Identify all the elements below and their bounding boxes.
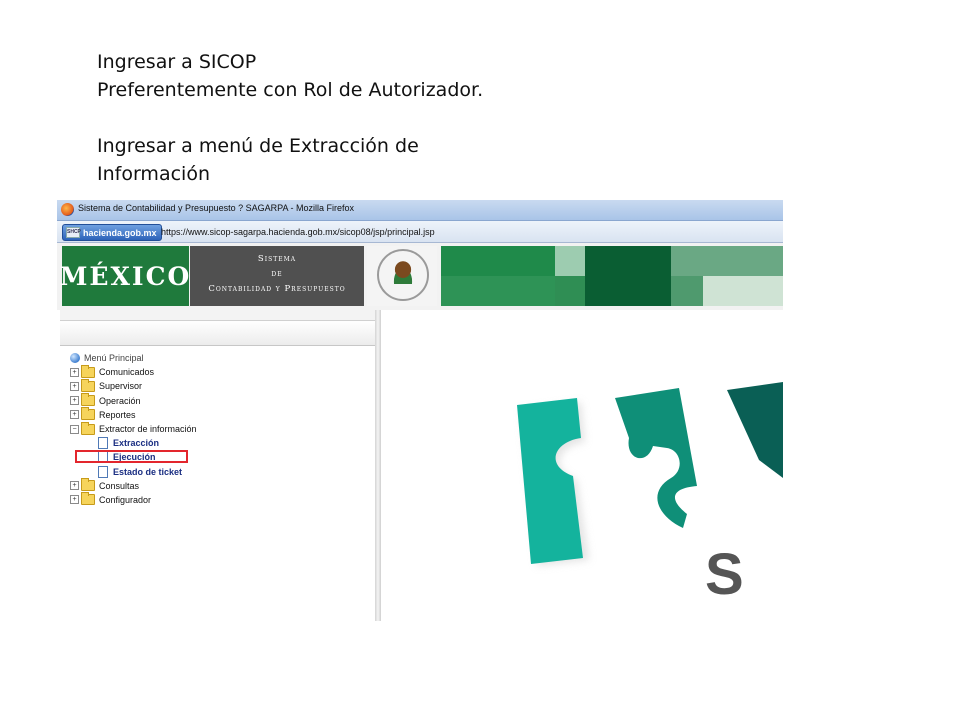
instruction-line-4: Información (97, 163, 210, 185)
folder-icon (81, 378, 95, 392)
url-field[interactable]: https://www.sicop-sagarpa.hacienda.gob.m… (161, 227, 435, 237)
browser-screenshot: Sistema de Contabilidad y Presupuesto ? … (57, 200, 783, 621)
expand-icon[interactable]: + (70, 495, 79, 505)
menu-item-label: Extractor de información (99, 424, 197, 435)
folder-icon (81, 492, 95, 506)
decorative-green-blocks (441, 246, 783, 306)
browser-titlebar: Sistema de Contabilidad y Presupuesto ? … (57, 200, 783, 221)
site-badge-label: hacienda.gob.mx (83, 227, 157, 238)
instruction-line-3: Ingresar a menú de Extracción de (97, 135, 419, 157)
system-name-line-1: Sistema (257, 254, 297, 264)
site-icon: SHCP (66, 227, 81, 238)
menu-item-label: Configurador (99, 494, 152, 505)
menu-item-supervisor[interactable]: + Supervisor (70, 378, 197, 393)
menu-root[interactable]: Menú Principal (70, 351, 197, 365)
header-banner: MÉXICO Sistema de Contabilidad y Presupu… (57, 243, 783, 310)
menu-item-operacion[interactable]: + Operación (70, 393, 197, 408)
instructions-text: Ingresar a SICOP Preferentemente con Rol… (97, 48, 557, 188)
menu-pane: Menú Principal + Comunicados + Superviso… (60, 310, 376, 621)
menu-tree: Menú Principal + Comunicados + Superviso… (70, 351, 197, 507)
expand-icon[interactable]: + (70, 367, 79, 377)
folder-icon (81, 393, 95, 407)
logo-shape-dark (727, 382, 783, 478)
expand-icon[interactable]: + (70, 481, 79, 491)
address-bar[interactable]: SHCP hacienda.gob.mx https://www.sicop-s… (57, 221, 783, 243)
national-seal-icon (367, 246, 437, 306)
site-identity-badge[interactable]: SHCP hacienda.gob.mx (62, 224, 162, 241)
menu-item-configurador[interactable]: + Configurador (70, 492, 197, 507)
menu-item-label: Consultas (99, 480, 140, 491)
menu-item-consultas[interactable]: + Consultas (70, 478, 197, 493)
menu-item-label: Comunicados (99, 367, 155, 378)
sicop-logo: S I (517, 382, 783, 607)
menu-item-estado-ticket[interactable]: Estado de ticket (70, 465, 197, 479)
document-icon (98, 437, 108, 450)
menu-root-icon (70, 353, 80, 364)
system-name: Sistema de Contabilidad y Presupuesto (190, 246, 364, 306)
mexico-logo: MÉXICO (60, 246, 189, 306)
menu-item-label: Reportes (99, 409, 136, 420)
folder-icon (81, 407, 95, 421)
menu-item-reportes[interactable]: + Reportes (70, 407, 197, 422)
system-name-line-2: de (271, 269, 283, 279)
expand-icon[interactable]: + (70, 396, 79, 406)
folder-icon (81, 364, 95, 378)
menu-item-extraccion[interactable]: Extracción (70, 436, 197, 450)
firefox-icon (61, 203, 74, 216)
menu-item-label: Estado de ticket (113, 466, 183, 477)
system-name-line-3: Contabilidad y Presupuesto (208, 284, 346, 294)
menu-item-label: Extracción (113, 438, 160, 449)
logo-text: S I (705, 542, 783, 607)
menu-root-label: Menú Principal (84, 353, 144, 364)
highlight-box (75, 450, 188, 463)
menu-item-extractor[interactable]: − Extractor de información (70, 421, 197, 436)
document-icon (98, 465, 108, 478)
expand-icon[interactable]: + (70, 381, 79, 391)
menu-item-label: Operación (99, 395, 141, 406)
collapse-icon[interactable]: − (70, 424, 79, 434)
main-content-pane: S I (381, 310, 783, 621)
menu-item-label: Supervisor (99, 381, 143, 392)
expand-icon[interactable]: + (70, 410, 79, 420)
logo-shape-mid (615, 388, 697, 528)
window-title: Sistema de Contabilidad y Presupuesto ? … (78, 203, 354, 213)
menu-item-comunicados[interactable]: + Comunicados (70, 364, 197, 379)
instruction-line-1: Ingresar a SICOP (97, 51, 257, 73)
folder-open-icon (81, 421, 95, 435)
logo-shape-teal (517, 398, 583, 564)
folder-icon (81, 478, 95, 492)
instruction-line-2: Preferentemente con Rol de Autorizador. (97, 79, 484, 101)
